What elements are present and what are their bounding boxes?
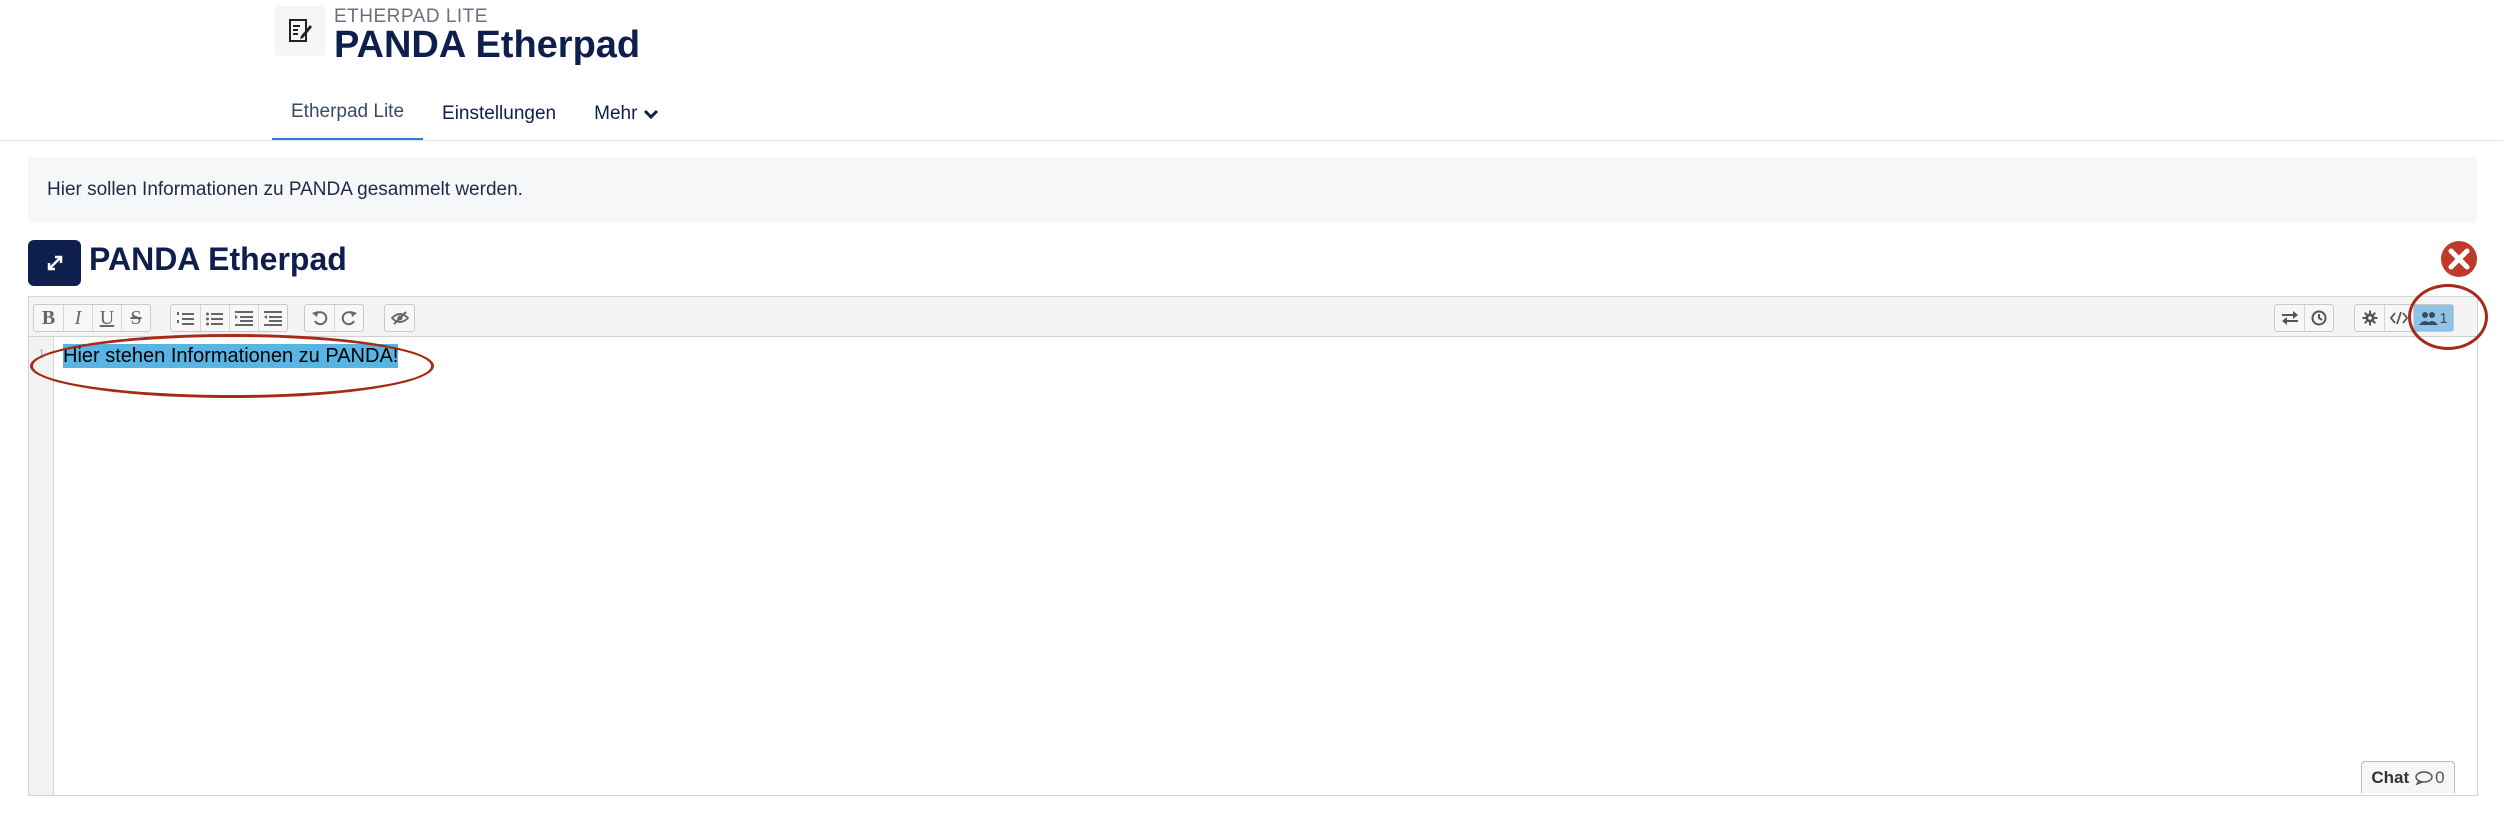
underline-button[interactable]: U <box>92 305 121 331</box>
undo-icon <box>312 310 328 326</box>
chat-bubble-icon <box>2415 771 2433 785</box>
etherpad-icon <box>275 6 325 56</box>
timeslider-icon <box>2311 310 2327 326</box>
format-group: B I U S <box>33 304 151 332</box>
close-button[interactable] <box>2440 240 2478 278</box>
tab-einstellungen[interactable]: Einstellungen <box>423 86 575 141</box>
settings-icon <box>2362 310 2378 326</box>
secondary-navigation: Etherpad Lite Einstellungen Mehr <box>272 86 678 141</box>
line-number: 1 <box>38 347 45 363</box>
chat-count: 0 <box>2435 768 2444 788</box>
timeslider-button[interactable] <box>2304 305 2333 331</box>
close-icon <box>2440 240 2478 278</box>
clear-authorship-group <box>384 304 415 332</box>
bold-button[interactable]: B <box>34 305 63 331</box>
ordered-list-icon <box>177 310 195 326</box>
etherpad-frame: B I U S <box>28 296 2478 796</box>
chat-button[interactable]: Chat 0 <box>2361 761 2455 793</box>
users-icon <box>2419 310 2439 326</box>
activity-description: Hier sollen Informationen zu PANDA gesam… <box>28 157 2477 223</box>
chat-label: Chat <box>2371 768 2409 788</box>
settings-button[interactable] <box>2355 305 2384 331</box>
import-export-button[interactable] <box>2275 305 2304 331</box>
user-count: 1 <box>2439 310 2447 327</box>
redo-button[interactable] <box>334 305 363 331</box>
italic-button[interactable]: I <box>63 305 92 331</box>
show-users-button[interactable]: 1 <box>2413 305 2453 331</box>
pad-text-area[interactable]: Hier stehen Informationen zu PANDA! <box>63 345 398 368</box>
redo-icon <box>341 310 357 326</box>
history-group <box>304 304 364 332</box>
import-timeslider-group <box>2274 304 2334 332</box>
expand-button[interactable] <box>28 240 81 286</box>
tab-label: Etherpad Lite <box>291 101 404 123</box>
indent-icon <box>235 310 253 326</box>
unordered-list-button[interactable] <box>200 305 229 331</box>
tab-label: Mehr <box>594 103 637 125</box>
description-text: Hier sollen Informationen zu PANDA gesam… <box>47 179 523 201</box>
outdent-button[interactable] <box>258 305 287 331</box>
selected-text[interactable]: Hier stehen Informationen zu PANDA! <box>63 344 398 368</box>
course-module-header: ETHERPAD LITE PANDA Etherpad Etherpad Li… <box>0 0 2503 141</box>
page-title: PANDA Etherpad <box>334 24 640 67</box>
tab-etherpad-lite[interactable]: Etherpad Lite <box>272 86 423 141</box>
indent-button[interactable] <box>229 305 258 331</box>
tab-label: Einstellungen <box>442 103 556 125</box>
expand-icon <box>44 252 66 274</box>
import-export-icon <box>2281 310 2299 326</box>
eye-slash-icon <box>391 310 409 326</box>
ordered-list-button[interactable] <box>171 305 200 331</box>
activity-title: PANDA Etherpad <box>89 241 347 278</box>
outdent-icon <box>264 310 282 326</box>
line-number-gutter: 1 <box>29 337 54 795</box>
embed-icon <box>2390 310 2408 326</box>
list-group <box>170 304 288 332</box>
strikethrough-button[interactable]: S <box>121 305 150 331</box>
clear-authorship-button[interactable] <box>385 305 414 331</box>
undo-button[interactable] <box>305 305 334 331</box>
tab-mehr[interactable]: Mehr <box>575 86 678 141</box>
settings-embed-group: 1 <box>2354 304 2454 332</box>
editor-toolbar: B I U S <box>29 297 2477 337</box>
chevron-down-icon <box>643 108 659 120</box>
header-divider <box>0 140 2503 141</box>
embed-button[interactable] <box>2384 305 2413 331</box>
unordered-list-icon <box>206 310 224 326</box>
